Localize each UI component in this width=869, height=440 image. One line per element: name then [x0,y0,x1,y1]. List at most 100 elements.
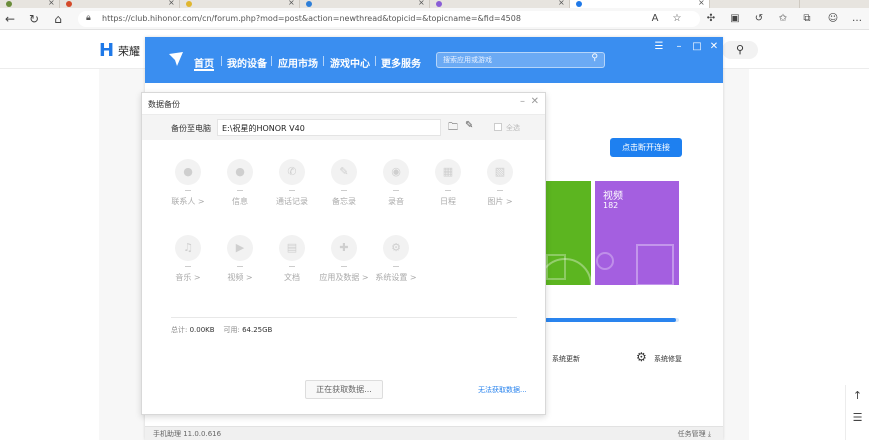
address-bar[interactable]: 🔒︎ https://club.hihonor.com/cn/forum.php… [78,11,700,27]
close-icon[interactable]: × [558,0,565,7]
document-icon: ▤ [279,235,305,261]
message-icon: ● [227,159,253,185]
settings-icon: ⚙ [383,235,409,261]
page-side-tools: ↑ ☰ [845,385,869,440]
refresh-icon[interactable]: ↻ [26,11,42,27]
search-icon[interactable]: ⚲ [591,53,598,63]
browser-tab-active[interactable]: × [570,0,710,8]
close-icon[interactable]: × [698,0,705,7]
backup-category-label: 音乐 > [175,273,201,282]
nav-active-indicator [194,69,214,71]
profile-avatar-icon[interactable]: ☺ [826,12,840,26]
backup-category-label: 备忘录 [332,197,356,206]
system-repair-button[interactable]: 系统修复 [654,354,682,364]
tab-favicon-icon [306,1,312,7]
address-url: https://club.hihonor.com/cn/forum.php?mo… [102,14,521,23]
nav-separator [323,56,324,66]
back-to-top-icon[interactable]: ↑ [846,385,869,407]
honor-logo-icon[interactable]: H [99,40,114,61]
favorites-icon[interactable]: ✩ [776,12,790,26]
browser-tab[interactable]: × [430,0,570,8]
app-data-icon: ✚ [331,235,357,261]
back-icon[interactable]: ← [2,11,18,27]
nav-home[interactable]: 首页 [194,55,214,70]
backup-path-value: E:\祝星的HONOR V40 [222,124,305,133]
refresh-extension-icon[interactable]: ↺ [752,12,766,26]
dialog-title-bar: 数据备份 – ✕ [142,93,545,115]
edit-icon[interactable]: ✎ [465,120,473,131]
image-icon: ▧ [487,159,513,185]
favorite-star-icon[interactable]: ☆ [670,12,684,26]
search-icon: ⚲ [735,43,745,56]
site-search-button[interactable]: ⚲ [722,41,758,59]
read-aloud-icon[interactable]: A [648,12,662,26]
collections-icon[interactable]: ▣ [728,12,742,26]
app-search-placeholder: 搜索应用或游戏 [443,56,492,64]
menu-icon[interactable]: ☰ [652,41,666,52]
available-value: 64.25GB [242,326,273,334]
task-manager-button[interactable]: 任务管理 ⤓ [678,429,711,439]
home-icon[interactable]: ⌂ [50,11,66,27]
nav-my-devices[interactable]: 我的设备 [227,55,267,70]
backup-category-label: 录音 [388,197,404,206]
minimize-icon[interactable]: – [520,96,525,107]
honor-favicon-icon [576,1,582,7]
extension-icon[interactable]: ✣ [704,12,718,26]
category-tile-video[interactable]: 视频 182 [595,181,679,285]
tab-favicon-icon [66,1,72,7]
record-icon: ◉ [383,159,409,185]
calendar-icon: ▦ [435,159,461,185]
minimize-icon[interactable]: – [672,41,686,52]
system-update-button[interactable]: 系统更新 [552,354,580,364]
disconnect-button[interactable]: 点击断开连接 [610,138,682,157]
close-icon[interactable]: × [168,0,175,7]
divider [171,317,517,318]
nav-more-services[interactable]: 更多服务 [381,55,421,70]
tab-favicon-icon [436,1,442,7]
total-label: 总计: [171,326,188,334]
cannot-fetch-data-link[interactable]: 无法获取数据... [478,385,527,395]
tab-favicon-icon [186,1,192,7]
close-icon[interactable]: ✕ [707,41,721,52]
browser-tab[interactable]: × [0,0,60,8]
site-name[interactable]: 荣耀 [118,43,140,59]
browser-tab[interactable]: × [60,0,180,8]
storage-progress-bar [545,318,679,322]
category-count-placeholder [341,190,347,191]
app-search-input[interactable]: 搜索应用或游戏 ⚲ [436,52,605,68]
close-icon[interactable]: ✕ [531,96,539,107]
backup-category-label: 通话记录 [276,197,308,206]
close-icon[interactable]: × [288,0,295,7]
backup-category-label: 日程 [440,197,456,206]
maximize-icon[interactable]: □ [690,41,704,52]
backup-category-label: 系统设置 > [375,273,417,282]
browser-toolbar: ← ↻ ⌂ 🔒︎ https://club.hihonor.com/cn/for… [0,8,869,30]
backup-category-label: 图片 > [487,197,513,206]
folder-icon[interactable]: 🗀︎ [448,120,458,137]
backup-path-field[interactable]: E:\祝星的HONOR V40 [217,119,441,136]
available-label: 可用: [223,326,240,334]
nav-game-center[interactable]: 游戏中心 [330,55,370,70]
app-status-bar: 手机助理 11.0.0.616 任务管理 ⤓ [145,426,723,440]
backup-path-label: 备份至电脑 [171,124,211,133]
category-count-placeholder [497,190,503,191]
more-menu-icon[interactable]: … [850,12,864,26]
close-icon[interactable]: × [48,0,55,7]
gear-icon[interactable]: ⚙ [636,350,647,364]
category-count-placeholder [341,266,347,267]
nav-app-market[interactable]: 应用市场 [278,55,318,70]
category-count-placeholder [289,266,295,267]
tile-decoration-icon [545,254,591,285]
browser-tab[interactable]: × [180,0,300,8]
browser-tab[interactable] [710,0,800,8]
category-count-placeholder [393,190,399,191]
nav-separator [271,56,272,66]
tile-decoration-icon [596,244,674,285]
category-tile-green[interactable] [545,181,591,285]
menu-list-icon[interactable]: ☰ [846,407,869,429]
browser-tab[interactable]: × [300,0,430,8]
tabs-icon[interactable]: ⧉ [800,12,814,26]
close-icon[interactable]: × [418,0,425,7]
fetching-data-button[interactable]: 正在获取数据... [305,380,383,399]
select-all-checkbox[interactable] [494,123,502,131]
